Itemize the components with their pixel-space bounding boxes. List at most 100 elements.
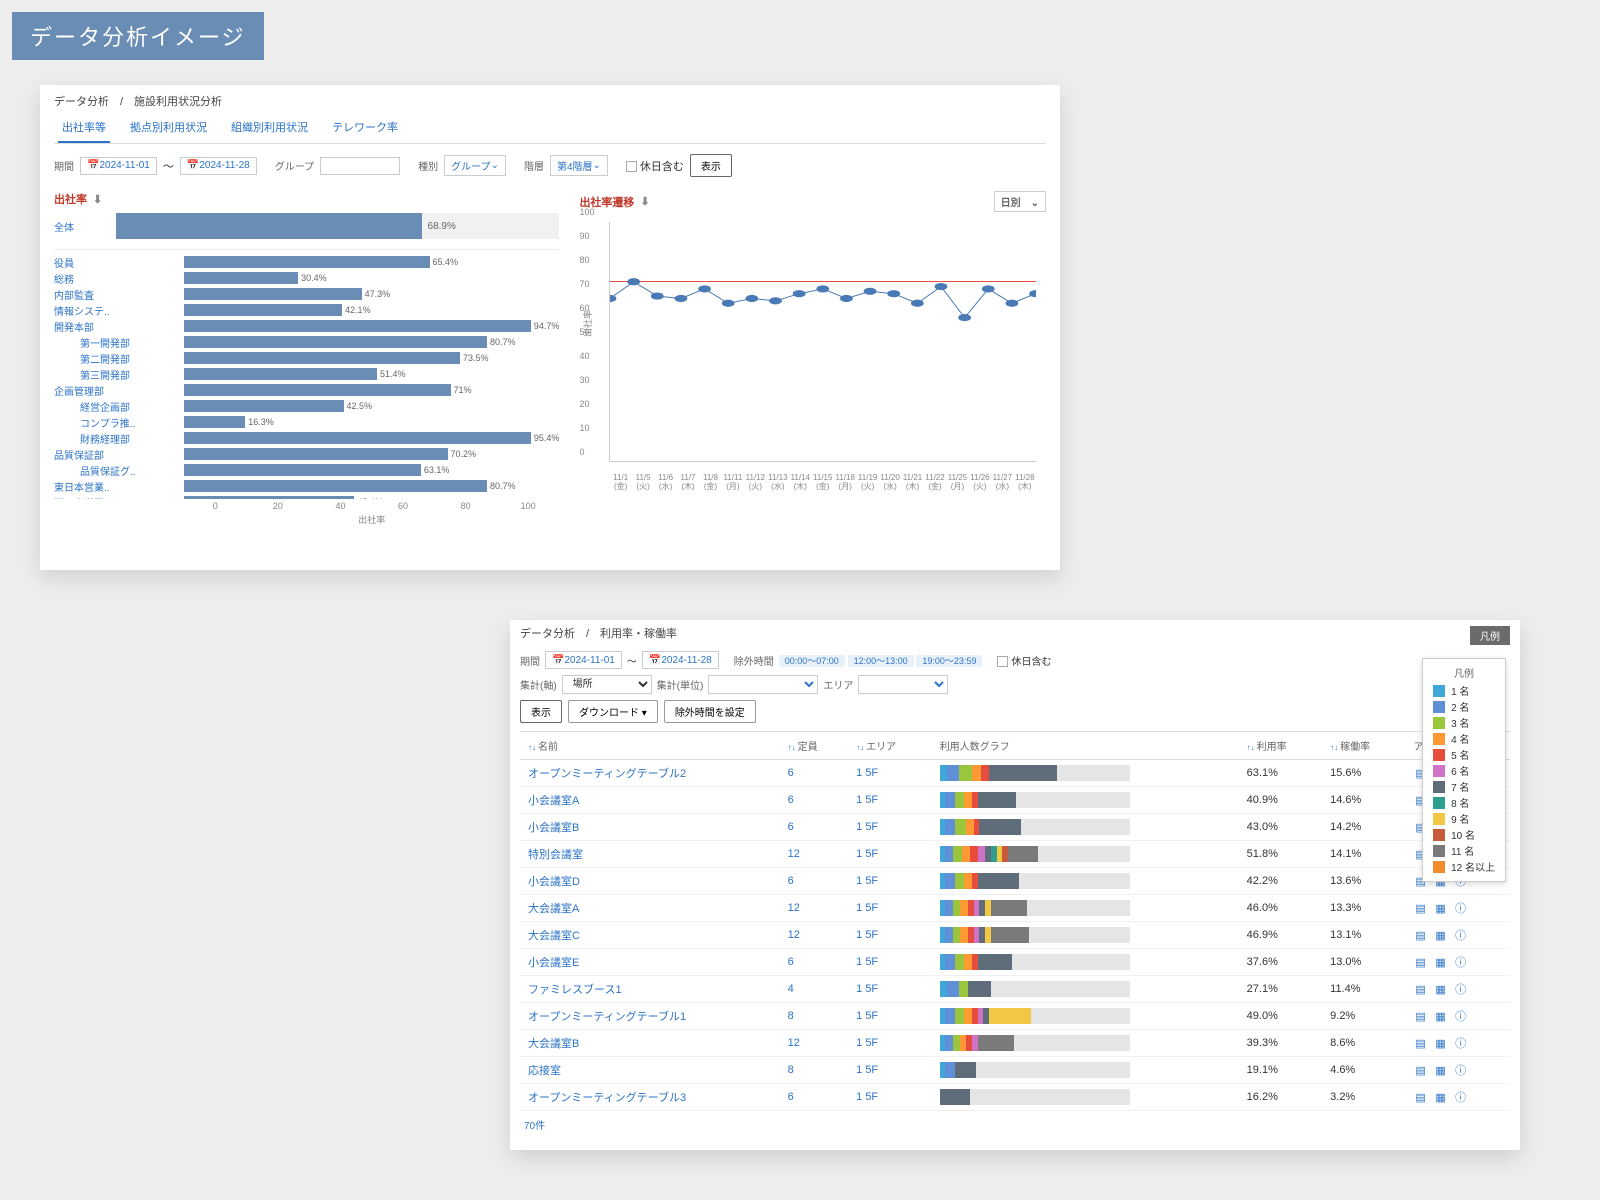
download-button[interactable]: ダウンロード ▾ — [568, 700, 658, 723]
holiday-checkbox[interactable]: 休日含む — [626, 158, 684, 174]
legend-button[interactable]: 凡例 — [1470, 626, 1510, 645]
except-tag[interactable]: 00:00～07:00 — [779, 655, 845, 667]
tabs: 出社率等拠点別利用状況組織別利用状況テレワーク率 — [54, 113, 1046, 144]
cell-name[interactable]: オープンミーティングテーブル2 — [520, 760, 780, 787]
date-to-input[interactable]: 📅 2024-11-28 — [180, 157, 257, 175]
calendar-icon[interactable]: ▦ — [1434, 1090, 1448, 1104]
cell-occupancy: 13.6% — [1322, 868, 1405, 895]
calendar-icon[interactable]: ▦ — [1434, 1009, 1448, 1023]
chart-icon[interactable]: ▤ — [1414, 1036, 1428, 1050]
calendar-icon[interactable]: ▦ — [1434, 955, 1448, 969]
info-icon[interactable]: ⓘ — [1454, 901, 1468, 915]
trend-period-select[interactable]: 日別 ⌄ — [994, 191, 1046, 212]
except-tag[interactable]: 19:00～23:59 — [916, 655, 982, 667]
area-select[interactable] — [858, 675, 948, 694]
cell-actions: ▤ ▦ ⓘ — [1406, 1030, 1510, 1057]
bar-row: 東日本営業..80.7% — [54, 478, 559, 494]
overall-bar: 全体 68.9% — [54, 213, 559, 239]
attendance-title: 出社率 ⬇ — [54, 191, 559, 207]
show-button[interactable]: 表示 — [520, 700, 562, 723]
col-capacity[interactable]: ↑↓定員 — [780, 732, 849, 760]
cell-name[interactable]: ファミレスブース1 — [520, 976, 780, 1003]
chart-icon[interactable]: ▤ — [1414, 1009, 1428, 1023]
legend-item: 1 名 — [1433, 683, 1495, 698]
cell-name[interactable]: 特別会議室 — [520, 841, 780, 868]
legend-item: 8 名 — [1433, 795, 1495, 810]
breadcrumb: データ分析 / 利用率・稼働率 — [520, 625, 677, 641]
date-from-input[interactable]: 📅 2024-11-01 — [80, 157, 157, 175]
tab-0[interactable]: 出社率等 — [58, 113, 110, 143]
cell-occupancy: 4.6% — [1322, 1057, 1405, 1084]
except-tag[interactable]: 12:00～13:00 — [848, 655, 914, 667]
filter-bar-2: 期間 📅 2024-11-01 ～ 📅 2024-11-28 除外時間 00:0… — [520, 651, 1510, 669]
cell-usage-rate: 27.1% — [1239, 976, 1322, 1003]
except-settings-button[interactable]: 除外時間を設定 — [664, 700, 756, 723]
cell-area: 1 5F — [848, 1057, 931, 1084]
col-area[interactable]: ↑↓エリア — [848, 732, 931, 760]
cell-usage-rate: 39.3% — [1239, 1030, 1322, 1057]
row-count: 70件 — [520, 1111, 1510, 1138]
chart-icon[interactable]: ▤ — [1414, 928, 1428, 942]
cell-name[interactable]: 小会議室A — [520, 787, 780, 814]
table-row: 大会議室B121 5F39.3%8.6%▤▦ⓘ — [520, 1030, 1510, 1057]
tab-3[interactable]: テレワーク率 — [328, 113, 402, 143]
tilde: ～ — [627, 653, 637, 668]
bar-row: 総務30.4% — [54, 270, 559, 286]
cell-name[interactable]: 小会議室D — [520, 868, 780, 895]
chart-icon[interactable]: ▤ — [1414, 1063, 1428, 1077]
info-icon[interactable]: ⓘ — [1454, 1009, 1468, 1023]
cell-name[interactable]: 大会議室B — [520, 1030, 780, 1057]
legend-item: 9 名 — [1433, 811, 1495, 826]
date-to-input[interactable]: 📅 2024-11-28 — [642, 651, 719, 669]
legend-item: 11 名 — [1433, 843, 1495, 858]
show-button[interactable]: 表示 — [690, 154, 732, 177]
calendar-icon[interactable]: ▦ — [1434, 1063, 1448, 1077]
download-icon[interactable]: ⬇ — [93, 193, 102, 206]
calendar-icon[interactable]: ▦ — [1434, 901, 1448, 915]
calendar-icon[interactable]: ▦ — [1434, 1036, 1448, 1050]
info-icon[interactable]: ⓘ — [1454, 955, 1468, 969]
layer-select[interactable]: 第4階層 ⌄ — [550, 155, 608, 176]
agg-axis-select[interactable]: 場所 — [562, 675, 652, 694]
cell-name[interactable]: 小会議室B — [520, 814, 780, 841]
date-from-input[interactable]: 📅 2024-11-01 — [545, 651, 622, 669]
download-icon[interactable]: ⬇ — [640, 195, 649, 208]
cell-name[interactable]: オープンミーティングテーブル3 — [520, 1084, 780, 1111]
info-icon[interactable]: ⓘ — [1454, 982, 1468, 996]
area-label: エリア — [823, 677, 853, 692]
type-select[interactable]: グループ ⌄ — [444, 155, 506, 176]
info-icon[interactable]: ⓘ — [1454, 1036, 1468, 1050]
tab-2[interactable]: 組織別利用状況 — [227, 113, 312, 143]
tab-1[interactable]: 拠点別利用状況 — [126, 113, 211, 143]
info-icon[interactable]: ⓘ — [1454, 1063, 1468, 1077]
cell-name[interactable]: 大会議室A — [520, 895, 780, 922]
table-row: オープンミーティングテーブル261 5F63.1%15.6%▤▦ⓘ — [520, 760, 1510, 787]
info-icon[interactable]: ⓘ — [1454, 928, 1468, 942]
info-icon[interactable]: ⓘ — [1454, 1090, 1468, 1104]
group-input[interactable] — [320, 157, 400, 175]
chart-icon[interactable]: ▤ — [1414, 982, 1428, 996]
cell-name[interactable]: 大会議室C — [520, 922, 780, 949]
chart-icon[interactable]: ▤ — [1414, 955, 1428, 969]
layer-label: 階層 — [524, 158, 544, 173]
calendar-icon[interactable]: ▦ — [1434, 928, 1448, 942]
col-occupancy[interactable]: ↑↓稼働率 — [1322, 732, 1405, 760]
cell-actions: ▤ ▦ ⓘ — [1406, 1057, 1510, 1084]
overall-label: 全体 — [54, 219, 110, 234]
col-name[interactable]: ↑↓名前 — [520, 732, 780, 760]
bar-row: 財務経理部95.4% — [54, 430, 559, 446]
cell-capacity: 6 — [780, 787, 849, 814]
trend-title: 出社率遷移 ⬇ 日別 ⌄ — [579, 191, 1046, 212]
agg-unit-select[interactable] — [708, 675, 818, 694]
cell-name[interactable]: 応接室 — [520, 1057, 780, 1084]
calendar-icon[interactable]: ▦ — [1434, 982, 1448, 996]
cell-name[interactable]: オープンミーティングテーブル1 — [520, 1003, 780, 1030]
col-usage-graph: 利用人数グラフ — [932, 732, 1239, 760]
chart-icon[interactable]: ▤ — [1414, 901, 1428, 915]
holiday-checkbox[interactable]: 休日含む — [997, 653, 1051, 668]
legend-title: 凡例 — [1433, 665, 1495, 680]
col-usage-rate[interactable]: ↑↓利用率 — [1239, 732, 1322, 760]
cell-name[interactable]: 小会議室E — [520, 949, 780, 976]
cell-usage-rate: 19.1% — [1239, 1057, 1322, 1084]
chart-icon[interactable]: ▤ — [1414, 1090, 1428, 1104]
